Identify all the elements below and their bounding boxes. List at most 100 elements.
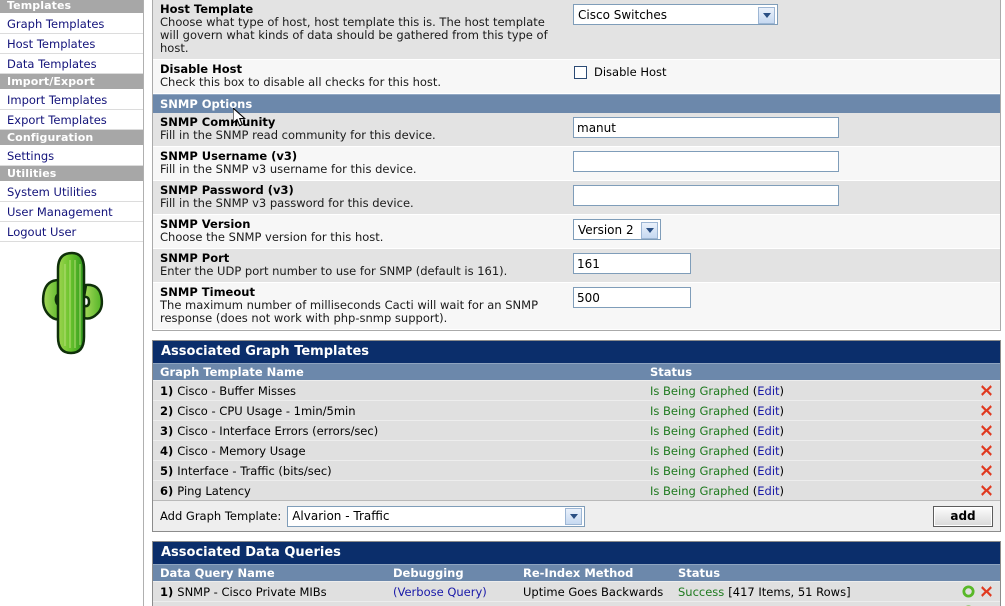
data-query-status-cell: Success[417 Items, 51 Rows] [671, 585, 962, 599]
status-text: Is Being Graphed [650, 483, 750, 498]
row-index: 2) [160, 403, 174, 418]
snmp-community-field[interactable]: manut [573, 117, 839, 138]
reindex-icon[interactable] [962, 585, 975, 598]
form-row-snmp-community-field: SNMP Community Fill in the SNMP read comm… [153, 113, 1000, 147]
form-description: Enter the UDP port number to use for SNM… [160, 264, 508, 278]
cactus-logo [0, 244, 143, 368]
add-graph-template-button[interactable]: add [933, 505, 993, 527]
edit-link[interactable]: Edit [757, 424, 779, 438]
chevron-down-icon [758, 6, 775, 24]
delete-icon[interactable] [980, 444, 993, 457]
data-queries-title: Associated Data Queries [153, 542, 1000, 564]
nav-section-header-templates: Templates [0, 0, 143, 14]
snmp-timeout-field[interactable]: 500 [573, 287, 691, 308]
graph-template-name: Cisco - Memory Usage [177, 443, 306, 458]
data-query-row: 2)SNMP - Interface Statistics(Verbose Qu… [153, 601, 1000, 606]
form-row-host-template-select: Host Template Choose what type of host, h… [153, 0, 1000, 60]
delete-icon[interactable] [980, 404, 993, 417]
sidebar-item-logout-user[interactable]: Logout User [0, 222, 143, 242]
graph-template-status-cell: Is Being Graphed (Edit) [650, 443, 785, 458]
status-text: Is Being Graphed [650, 383, 750, 398]
data-query-name: SNMP - Cisco Private MIBs [177, 584, 327, 599]
status-text: Is Being Graphed [650, 463, 750, 478]
form-description: Choose what type of host, host template … [160, 15, 548, 55]
data-query-name-cell: 1) SNMP - Cisco Private MIBs [153, 585, 386, 599]
graph-templates-header-row: Graph Template Name Status [153, 363, 1000, 380]
graph-template-name: Cisco - CPU Usage - 1min/5min [177, 403, 356, 418]
status-text: Is Being Graphed [650, 423, 750, 438]
delete-icon[interactable] [980, 484, 993, 497]
sidebar: Templates Graph Templates Host Templates Da… [0, 0, 144, 606]
column-header-reindex-method: Re-Index Method [523, 566, 634, 580]
status-text: Is Being Graphed [650, 443, 750, 458]
data-queries-header-row: Data Query Name Debugging Re-Index Metho… [153, 564, 1000, 581]
edit-link[interactable]: Edit [757, 464, 779, 478]
delete-icon[interactable] [980, 464, 993, 477]
row-index: 1) [160, 584, 174, 599]
form-description: Fill in the SNMP v3 password for this de… [160, 196, 414, 210]
column-header-data-query-name: Data Query Name [160, 566, 275, 580]
sidebar-item-data-templates[interactable]: Data Templates [0, 54, 143, 74]
snmp-password-field[interactable] [573, 185, 839, 206]
chevron-down-icon [641, 221, 658, 239]
row-actions [980, 464, 1000, 477]
graph-template-name-cell: 1) Cisco - Buffer Misses [153, 384, 643, 398]
row-index: 5) [160, 463, 174, 478]
form-row-snmp-version-select: SNMP Version Choose the SNMP version for … [153, 215, 1000, 249]
disable-host-checkbox[interactable] [574, 66, 587, 79]
row-actions [980, 424, 1000, 437]
edit-link[interactable]: Edit [757, 444, 779, 458]
row-actions [980, 484, 1000, 497]
edit-link[interactable]: Edit [757, 484, 779, 498]
snmp-version-select[interactable]: Version 2 [573, 219, 661, 240]
snmp-port-field[interactable]: 161 [573, 253, 691, 274]
sidebar-item-import-templates[interactable]: Import Templates [0, 90, 143, 110]
row-index: 4) [160, 443, 174, 458]
form-row-disable-host-checkbox: Disable Host Check this box to disable al… [153, 60, 1000, 94]
edit-link[interactable]: Edit [757, 384, 779, 398]
status-text: Success [678, 584, 725, 599]
host-template-select[interactable]: Cisco Switches [573, 4, 778, 25]
add-graph-template-label: Add Graph Template: [160, 509, 282, 523]
graph-template-name: Ping Latency [177, 483, 251, 498]
column-header-graph-template-name: Graph Template Name [160, 365, 304, 379]
host-settings-panel: Host Template Choose what type of host, h… [152, 0, 1001, 331]
reindex-method-cell: Uptime Goes Backwards [523, 584, 664, 599]
sidebar-item-host-templates[interactable]: Host Templates [0, 34, 143, 54]
graph-template-row: 5) Interface - Traffic (bits/sec) Is Being… [153, 460, 1000, 480]
delete-icon[interactable] [980, 585, 993, 598]
column-header-status: Status [650, 365, 693, 379]
delete-icon[interactable] [980, 424, 993, 437]
edit-link[interactable]: Edit [757, 404, 779, 418]
sidebar-item-export-templates[interactable]: Export Templates [0, 110, 143, 130]
form-description: Fill in the SNMP read community for this… [160, 128, 436, 142]
column-header-status: Status [678, 566, 721, 580]
graph-template-name: Cisco - Buffer Misses [177, 383, 297, 398]
row-index: 1) [160, 383, 174, 398]
nav-section-header-import-export: Import/Export [0, 74, 143, 90]
snmp-username-field[interactable] [573, 151, 839, 172]
graph-template-name-cell: 3) Cisco - Interface Errors (errors/sec) [153, 424, 643, 438]
sidebar-item-system-utilities[interactable]: System Utilities [0, 182, 143, 202]
graph-template-status-cell: Is Being Graphed (Edit) [650, 483, 785, 498]
graph-template-status-cell: Is Being Graphed (Edit) [650, 463, 785, 478]
add-graph-template-select[interactable]: Alvarion - Traffic [287, 505, 586, 527]
sidebar-item-user-management[interactable]: User Management [0, 202, 143, 222]
verbose-query-link[interactable]: (Verbose Query) [386, 585, 516, 599]
row-actions [980, 384, 1000, 397]
delete-icon[interactable] [980, 384, 993, 397]
nav-section-header-utilities: Utilities [0, 166, 143, 182]
graph-template-name-cell: 4) Cisco - Memory Usage [153, 444, 643, 458]
disable-host-checkbox-label: Disable Host [594, 65, 667, 79]
cacti-host-edit-page: Templates Graph Templates Host Templates Da… [0, 0, 1005, 606]
graph-template-row: 6) Ping Latency Is Being Graphed (Edit) [153, 480, 1000, 500]
row-index: 3) [160, 423, 174, 438]
form-description: Check this box to disable all checks for… [160, 75, 442, 89]
form-row-snmp-password-field: SNMP Password (v3) Fill in the SNMP v3 pa… [153, 181, 1000, 215]
sidebar-item-graph-templates[interactable]: Graph Templates [0, 14, 143, 34]
graph-template-name: Cisco - Interface Errors (errors/sec) [177, 423, 379, 438]
associated-data-queries-block: Associated Data Queries Data Query Name … [152, 541, 1001, 606]
sidebar-item-settings[interactable]: Settings [0, 146, 143, 166]
form-description: The maximum number of milliseconds Cacti… [160, 298, 539, 325]
row-actions [980, 444, 1000, 457]
